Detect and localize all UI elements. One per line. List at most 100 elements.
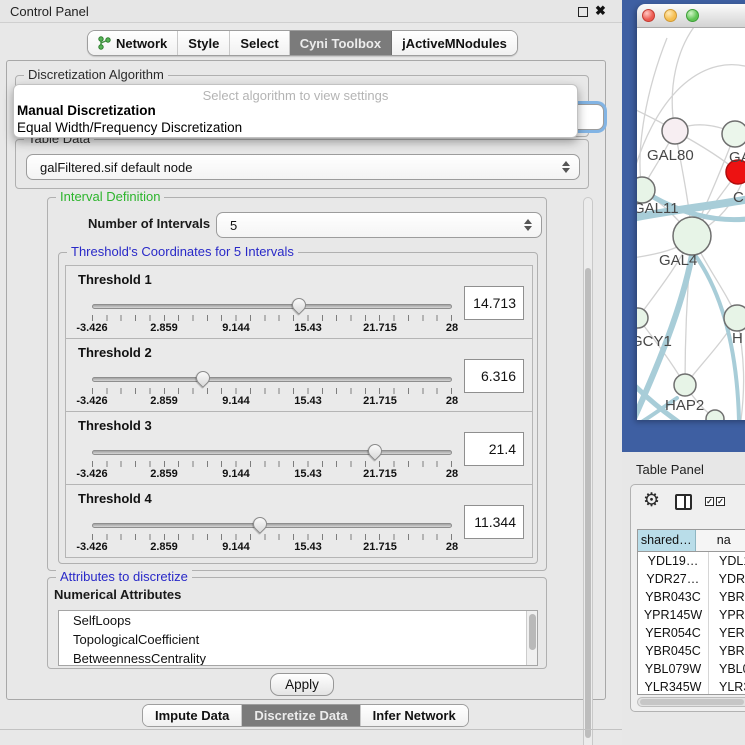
slider-thumb[interactable] [250, 514, 270, 534]
tab-impute-data[interactable]: Impute Data [143, 705, 242, 726]
list-scrollbar-thumb[interactable] [529, 614, 536, 650]
threshold-2-slider[interactable]: -3.426 2.859 9.144 15.43 21.715 28 [92, 369, 452, 409]
list-item[interactable]: TopologicalCoefficient [59, 630, 537, 649]
number-of-intervals-combo[interactable]: 5 [216, 212, 542, 238]
screenshot-root: Control Panel ✖ Network Style [0, 0, 745, 745]
tab-infer-network[interactable]: Infer Network [361, 705, 468, 726]
scale-label: -3.426 [76, 322, 107, 334]
list-scrollbar[interactable] [526, 611, 537, 665]
table-row[interactable]: YBR045CYBR0 [638, 642, 745, 660]
cell: YBR0 [709, 588, 745, 606]
gear-icon[interactable]: ⚙ [643, 491, 660, 511]
threshold-1-slider[interactable]: -3.426 2.859 9.144 15.43 21.715 28 [92, 296, 452, 336]
threshold-3-slider[interactable]: -3.426 2.859 9.144 15.43 21.715 28 [92, 442, 452, 482]
table-row[interactable]: YLR345WYLR3 [638, 678, 745, 695]
tab-jactivemnodules[interactable]: jActiveMNodules [392, 31, 517, 55]
minimize-traffic-light[interactable] [664, 9, 677, 22]
thresholds-group: Threshold's Coordinates for 5 Intervals … [58, 252, 538, 564]
checkbox-icon[interactable]: ✓ [705, 497, 714, 506]
scale-label: 2.859 [150, 322, 178, 334]
slider-track [92, 450, 452, 455]
algorithm-option-manual[interactable]: Manual Discretization [17, 103, 156, 118]
threshold-4-value-field[interactable]: 11.344 [464, 505, 524, 539]
tab-select[interactable]: Select [230, 31, 289, 55]
float-window-icon[interactable] [578, 7, 588, 17]
table-panel-title: Table Panel [636, 462, 704, 477]
tab-cyni-toolbox-label: Cyni Toolbox [300, 36, 381, 51]
interval-definition-title: Interval Definition [56, 189, 164, 204]
list-item[interactable]: BetweennessCentrality [59, 649, 537, 666]
table-row[interactable]: YER054CYER0 [638, 624, 745, 642]
scale-label: 15.43 [294, 395, 322, 407]
table-scrollbar-thumb[interactable] [640, 699, 744, 705]
table-data-combo[interactable]: galFiltered.sif default node [26, 154, 580, 180]
tab-infer-network-label: Infer Network [373, 708, 456, 723]
table-data-combo-value: galFiltered.sif default node [40, 160, 192, 175]
scale-label: 2.859 [150, 541, 178, 553]
slider-ticks [92, 534, 452, 540]
scale-label: 28 [446, 468, 458, 480]
algorithm-option-equal-width[interactable]: Equal Width/Frequency Discretization [17, 120, 242, 135]
threshold-4-row: Threshold 4 -3.426 2.859 9.144 15.43 21.… [65, 484, 533, 558]
slider-thumb[interactable] [365, 441, 385, 461]
table-row[interactable]: YBL079WYBL0 [638, 660, 745, 678]
threshold-1-value-field[interactable]: 14.713 [464, 286, 524, 320]
table-horizontal-scrollbar[interactable] [637, 697, 745, 707]
cell: YLR3 [709, 678, 745, 695]
numerical-attributes-list: SelfLoops TopologicalCoefficient Between… [58, 610, 538, 666]
slider-ticks [92, 315, 452, 321]
node-gal80 [662, 118, 688, 144]
node-h [724, 305, 745, 331]
network-canvas[interactable]: GAL80 GA C GAL11 GAL4 GCY1 H HAP2 [637, 28, 745, 420]
checkbox-icon[interactable]: ✓ [716, 497, 725, 506]
slider-scale: -3.426 2.859 9.144 15.43 21.715 28 [92, 395, 452, 409]
apply-button[interactable]: Apply [270, 673, 334, 696]
attributes-group: Attributes to discretize Numerical Attri… [47, 577, 547, 669]
column-header-name[interactable]: na [696, 530, 745, 551]
combo-stepper-icon [562, 161, 570, 173]
list-item[interactable]: SelfLoops [59, 611, 537, 630]
settings-scrollbar[interactable] [583, 197, 593, 745]
attributes-group-title: Attributes to discretize [56, 569, 192, 584]
table-row[interactable]: YPR145WYPR1 [638, 606, 745, 624]
network-window: GAL80 GA C GAL11 GAL4 GCY1 H HAP2 [637, 4, 745, 420]
table-data-group: Table Data galFiltered.sif default node [15, 139, 589, 189]
table-row[interactable]: YDR27…YDR2 [638, 570, 745, 588]
column-header-shared-name[interactable]: shared… [638, 530, 696, 551]
tab-select-label: Select [240, 36, 278, 51]
tab-style[interactable]: Style [178, 31, 230, 55]
network-window-titlebar [637, 4, 745, 28]
close-icon[interactable]: ✖ [595, 3, 606, 19]
tab-jactivemnodules-label: jActiveMNodules [402, 36, 507, 51]
tab-discretize-data[interactable]: Discretize Data [242, 705, 360, 726]
tab-cyni-toolbox[interactable]: Cyni Toolbox [290, 31, 392, 55]
threshold-2-label: Threshold 2 [78, 345, 152, 360]
number-of-intervals-label: Number of Intervals [88, 216, 210, 231]
scale-label: -3.426 [76, 468, 107, 480]
zoom-traffic-light[interactable] [686, 9, 699, 22]
table-row[interactable]: YBR043CYBR0 [638, 588, 745, 606]
threshold-3-value-field[interactable]: 21.4 [464, 432, 524, 466]
settings-scrollbar-thumb[interactable] [585, 268, 591, 738]
cell: YLR345W [638, 678, 709, 695]
slider-thumb[interactable] [193, 368, 213, 388]
threshold-2-value-field[interactable]: 6.316 [464, 359, 524, 393]
column-layout-icon[interactable] [675, 494, 692, 510]
slider-thumb[interactable] [289, 295, 309, 315]
cell: YDL19… [638, 552, 709, 570]
table-header-row: shared… na [638, 530, 745, 552]
threshold-4-slider[interactable]: -3.426 2.859 9.144 15.43 21.715 28 [92, 515, 452, 555]
scale-label: 28 [446, 541, 458, 553]
algorithm-placeholder: Select algorithm to view settings [14, 88, 577, 103]
scale-label: 9.144 [222, 322, 250, 334]
close-traffic-light[interactable] [642, 9, 655, 22]
node-label: GA [729, 149, 745, 166]
node-bottom [706, 410, 724, 420]
cytoscape-desktop: GAL80 GA C GAL11 GAL4 GCY1 H HAP2 [622, 0, 745, 452]
node-label: H [732, 330, 743, 347]
slider-scale: -3.426 2.859 9.144 15.43 21.715 28 [92, 322, 452, 336]
scale-label: 28 [446, 322, 458, 334]
table-row[interactable]: YDL19…YDL1 [638, 552, 745, 570]
tab-network[interactable]: Network [88, 31, 178, 55]
node-top-right [722, 121, 745, 147]
